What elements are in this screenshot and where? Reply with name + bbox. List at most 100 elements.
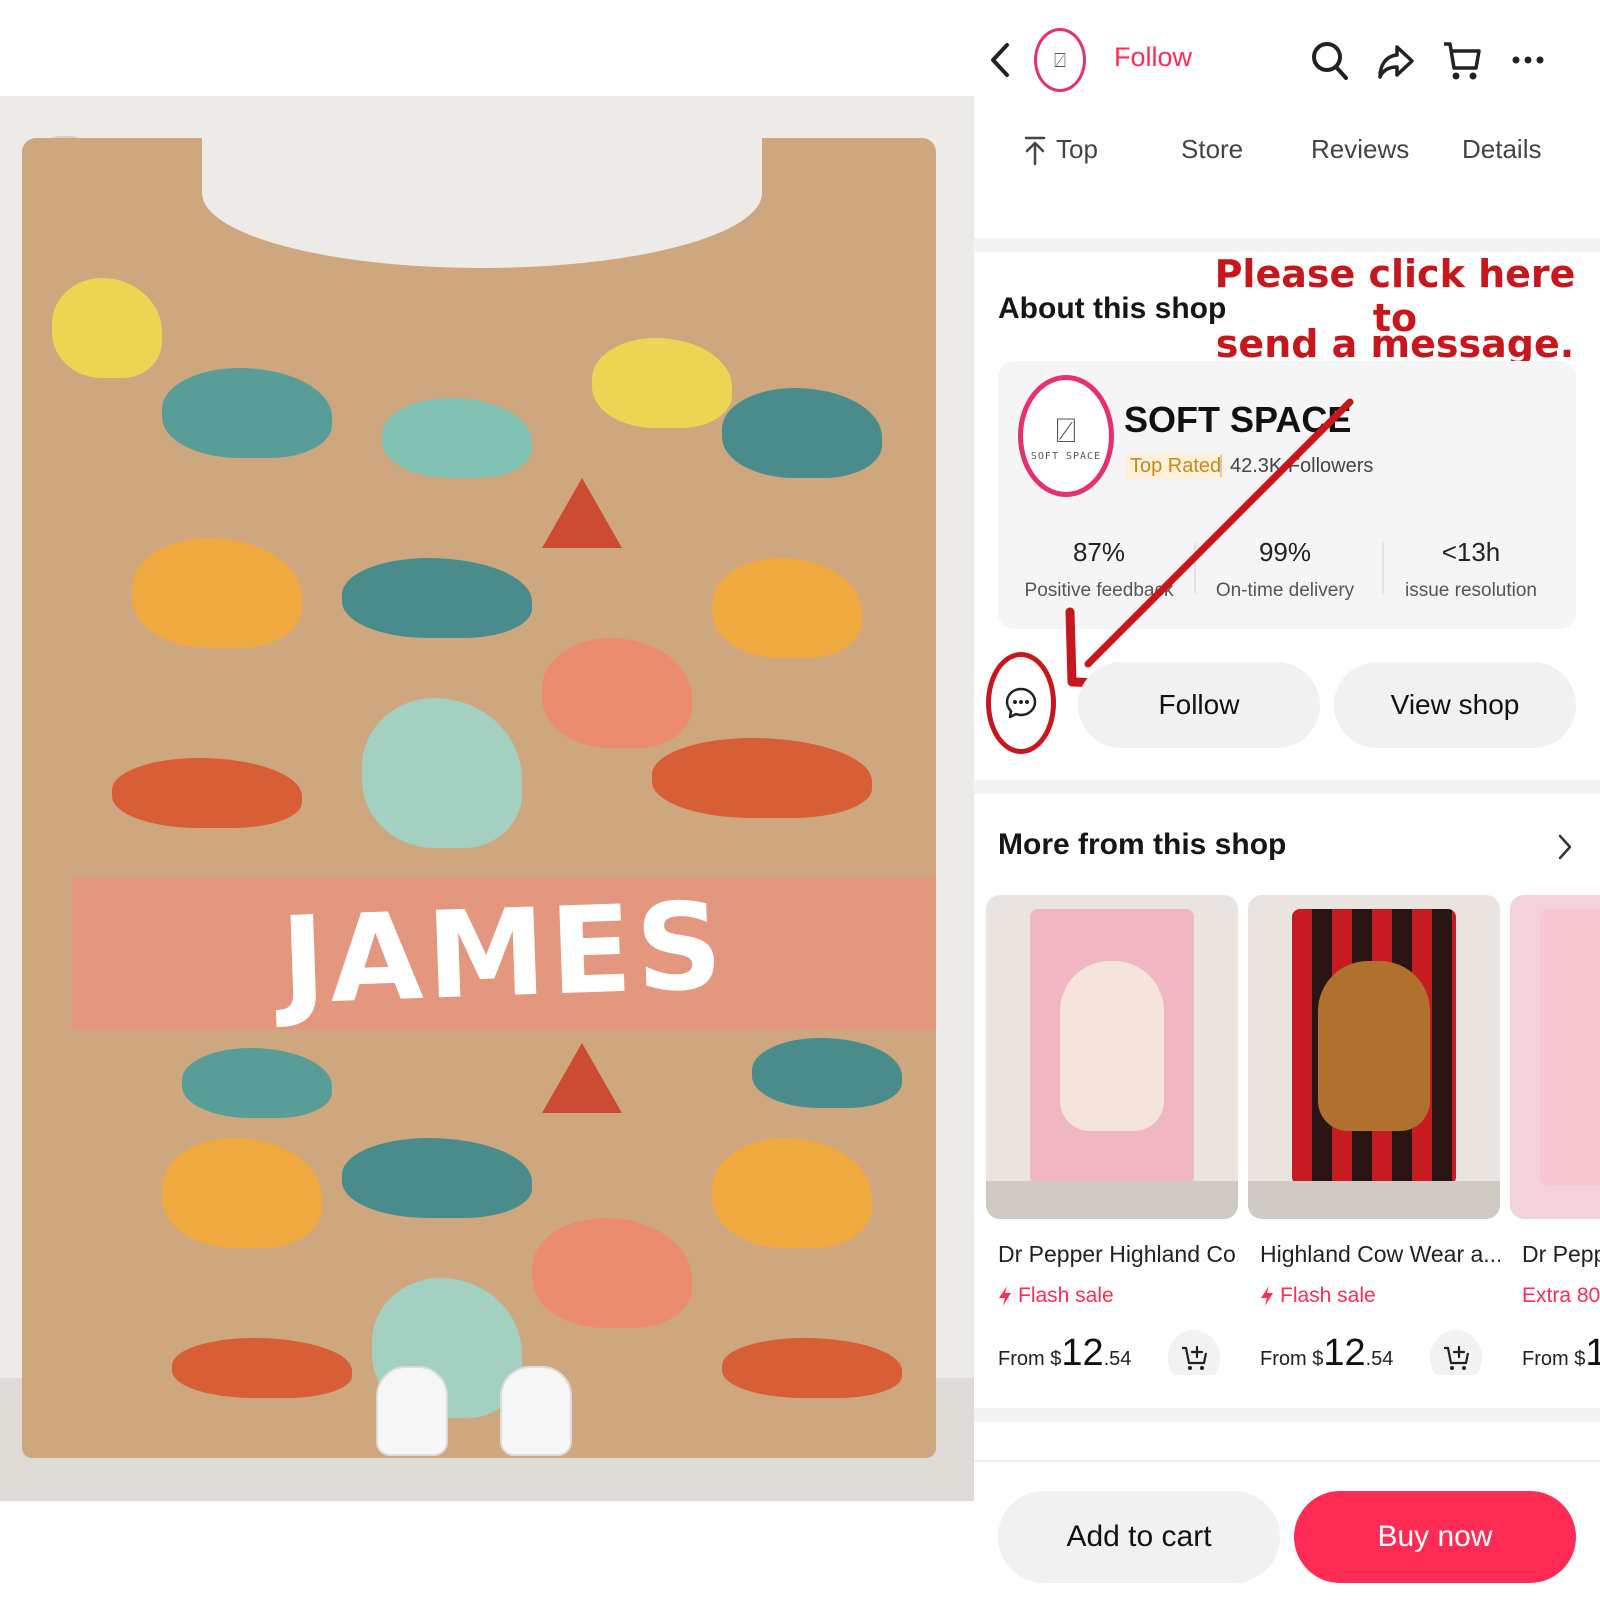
- product-title: Dr Peppe: [1522, 1241, 1600, 1267]
- back-icon[interactable]: [980, 38, 1020, 82]
- product-thumbnail[interactable]: [1248, 895, 1500, 1219]
- header-follow-link[interactable]: Follow: [1114, 42, 1192, 73]
- volcano: [542, 478, 622, 548]
- add-to-cart-icon[interactable]: [1168, 1330, 1220, 1375]
- flash-icon: [1261, 1286, 1273, 1306]
- buy-now-button[interactable]: Buy now: [1294, 1491, 1576, 1583]
- blanket-top-curve: [202, 118, 762, 268]
- dino-mint: [382, 398, 532, 478]
- followers-count: 42.3K Followers: [1230, 455, 1374, 477]
- product-title: Dr Pepper Highland Co...: [998, 1241, 1238, 1267]
- shop-name[interactable]: SOFT SPACE: [1124, 399, 1351, 441]
- stat-delivery-value: 99%: [1258, 537, 1312, 567]
- price-decimal: .54: [1103, 1348, 1132, 1370]
- blanket-name: JAMES: [279, 876, 729, 1032]
- product-promo-label: Flash sale: [1018, 1284, 1114, 1307]
- product-card[interactable]: Dr Peppe Extra 80 From $ 19: [1510, 895, 1600, 1375]
- dino-orange: [712, 558, 862, 658]
- product-title: Highland Cow Wear a...: [1260, 1241, 1500, 1267]
- stat-resolution-value: <13h: [1441, 537, 1501, 567]
- chevron-right-icon[interactable]: [1550, 830, 1580, 864]
- price-integer: 19: [1585, 1332, 1600, 1374]
- dino-teal: [342, 558, 532, 638]
- thumb-floor: [1248, 1181, 1500, 1219]
- tab-bar: Top Store Reviews Details: [974, 134, 1600, 184]
- dino-teal: [182, 1048, 332, 1118]
- product-photo: JAMES: [0, 96, 974, 1501]
- thumb-character: [1318, 961, 1430, 1131]
- follow-button[interactable]: Follow: [1078, 662, 1320, 748]
- add-to-cart-button[interactable]: Add to cart: [998, 1491, 1280, 1583]
- store-logo-mark: ⍁: [1054, 48, 1066, 72]
- search-icon[interactable]: [1308, 38, 1352, 84]
- shop-logo-text: SOFT SPACE: [1030, 450, 1102, 462]
- store-avatar[interactable]: ⍁: [1034, 28, 1086, 92]
- about-shop-title: About this shop: [998, 292, 1227, 325]
- shop-panel: ⍁ Follow Top Store Reviews Details About…: [974, 0, 1600, 1600]
- section-divider: [974, 780, 1600, 794]
- dino-pterodactyl: [652, 738, 872, 818]
- product-thumbnail[interactable]: [1510, 895, 1600, 1219]
- tab-details-label: Details: [1462, 134, 1542, 164]
- name-band: JAMES: [72, 876, 936, 1032]
- shop-logo[interactable]: ⍁ SOFT SPACE: [1018, 375, 1114, 497]
- thumb-floor: [986, 1181, 1238, 1219]
- left-shoe: [376, 1366, 448, 1456]
- tab-reviews[interactable]: Reviews: [1311, 134, 1409, 165]
- dino-orange: [162, 1138, 322, 1248]
- footer-border: [974, 1460, 1600, 1462]
- add-to-cart-icon[interactable]: [1430, 1330, 1482, 1375]
- dino-orange: [712, 1138, 872, 1248]
- tab-store-label: Store: [1181, 134, 1244, 164]
- badge-separator: [1220, 455, 1222, 477]
- dino-yellow: [52, 278, 162, 378]
- product-promo-label: Extra 80: [1522, 1284, 1600, 1307]
- flash-icon: [999, 1286, 1011, 1306]
- tab-store[interactable]: Store: [1181, 134, 1243, 165]
- message-button[interactable]: [986, 652, 1056, 754]
- dino-salmon: [532, 1218, 692, 1328]
- chat-icon: [1005, 687, 1037, 719]
- stat-resolution: <13h issue resolution: [1376, 537, 1566, 602]
- cart-icon[interactable]: [1440, 38, 1484, 84]
- thumb-character: [1060, 961, 1164, 1131]
- annotation-line-2: send a message.: [1215, 322, 1575, 366]
- stat-feedback-label: Positive feedback: [1024, 580, 1174, 601]
- stat-feedback-value: 87%: [1072, 537, 1126, 567]
- price-integer: 12: [1061, 1332, 1104, 1374]
- tab-top[interactable]: Top: [1024, 134, 1098, 165]
- stat-feedback: 87% Positive feedback: [1004, 537, 1194, 602]
- shop-card[interactable]: ⍁ SOFT SPACE SOFT SPACE Top Rated 42.3K …: [998, 361, 1576, 629]
- dino-yellow: [592, 338, 732, 428]
- price-integer: 12: [1323, 1332, 1366, 1374]
- product-promo: Extra 80: [1510, 1284, 1600, 1308]
- product-promo-label: Flash sale: [1280, 1284, 1376, 1307]
- product-promo: Flash sale: [986, 1284, 1238, 1308]
- tab-top-label: Top: [1056, 134, 1098, 164]
- top-arrow-icon: [1024, 136, 1046, 165]
- product-promo: Flash sale: [1248, 1284, 1500, 1308]
- more-from-shop-title: More from this shop: [998, 828, 1287, 861]
- stat-delivery: 99% On-time delivery: [1190, 537, 1380, 602]
- dino-salmon: [542, 638, 692, 748]
- volcano: [542, 1043, 622, 1113]
- price-from: From $: [1260, 1348, 1324, 1370]
- dino-pterodactyl: [172, 1338, 352, 1398]
- blanket: JAMES: [22, 118, 936, 1458]
- product-card[interactable]: Highland Cow Wear a... Flash sale From $…: [1248, 895, 1500, 1375]
- price-from: From $: [998, 1348, 1062, 1370]
- tab-details[interactable]: Details: [1462, 134, 1541, 165]
- section-divider: [974, 238, 1600, 252]
- dino-orange: [132, 538, 302, 648]
- dino-pterodactyl: [722, 1338, 902, 1398]
- share-icon[interactable]: [1374, 38, 1418, 84]
- thumb-blanket: [1540, 909, 1600, 1185]
- view-shop-button[interactable]: View shop: [1334, 662, 1576, 748]
- product-thumbnail[interactable]: [986, 895, 1238, 1219]
- product-card[interactable]: Dr Pepper Highland Co... Flash sale From…: [986, 895, 1238, 1375]
- more-icon[interactable]: [1506, 40, 1550, 80]
- product-price: From $ 12 .54: [1248, 1330, 1500, 1375]
- top-rated-badge: Top Rated: [1126, 453, 1226, 480]
- dino-mint: [362, 698, 522, 848]
- dino-teal: [722, 388, 882, 478]
